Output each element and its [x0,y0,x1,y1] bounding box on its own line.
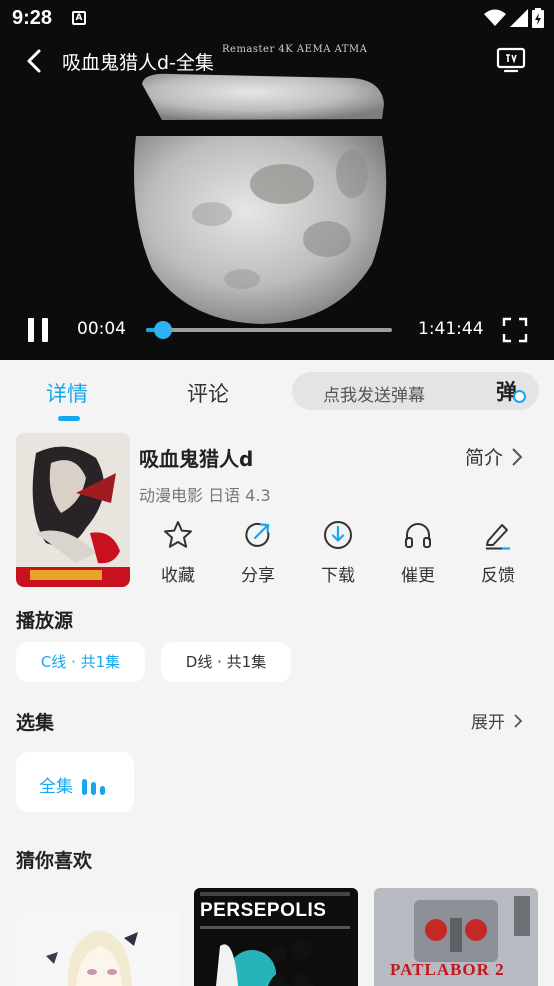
episode-item-all[interactable]: 全集 [16,752,134,812]
recommend-poster-2-title: PERSEPOLIS [200,900,327,921]
danmaku-toggle-icon[interactable]: 弹 [496,376,526,406]
star-icon [164,521,192,548]
chevron-right-icon [514,713,523,728]
favorite-label: 收藏 [161,566,195,586]
intro-button[interactable]: 简介 [465,443,523,470]
status-bar: 9:28 A [0,0,554,38]
recommend-poster-1 [16,912,180,986]
total-time: 1:41:44 [418,319,484,339]
show-meta: 动漫电影 日语 4.3 [139,486,271,505]
check-badge-icon [513,390,526,403]
pause-button[interactable] [26,318,50,342]
tab-comments[interactable]: 评论 [187,378,229,408]
video-player[interactable]: 9:28 A 吸血鬼猎人d-全集 Remaster 4K AEMA ATMA 0… [0,0,554,360]
recommend-title: 猜你喜欢 [16,850,93,872]
expand-label: 展开 [471,713,505,733]
pause-icon [28,318,34,342]
battery-icon [532,8,544,28]
show-title: 吸血鬼猎人d [139,447,254,471]
poster-art [16,433,130,587]
urge-update-label: 催更 [401,566,435,586]
source-chip-d[interactable]: D线 · 共1集 [161,642,291,682]
sources-title: 播放源 [16,610,74,632]
pause-icon-bar [42,318,48,342]
tab-bar: 详情 评论 点我发送弹幕 [0,360,554,424]
recommend-poster-3-title: PATLABOR 2 [390,960,505,979]
tab-indicator [58,416,80,421]
source-chip-c[interactable]: C线 · 共1集 [16,642,145,682]
download-button[interactable]: 下载 [308,519,368,589]
notification-icon: A [72,11,86,25]
edit-icon [486,524,510,550]
progress-bar[interactable] [146,321,392,339]
recommend-item-3[interactable]: PATLABOR 2 [374,888,538,986]
feedback-button[interactable]: 反馈 [468,519,528,589]
back-icon[interactable] [20,46,50,76]
playing-equalizer-icon [82,777,110,795]
video-frame-moon [134,73,387,324]
share-icon [245,522,270,547]
progress-knob[interactable] [154,321,173,339]
player-controls: 00:04 1:41:44 [0,312,554,348]
episodes-title: 选集 [16,712,55,734]
chevron-right-icon [512,447,523,466]
current-time: 00:04 [77,319,126,339]
video-watermark: Remaster 4K AEMA ATMA [222,44,368,55]
episode-label: 全集 [39,777,73,797]
urge-update-button[interactable]: 催更 [388,519,448,589]
expand-button[interactable]: 展开 [471,708,523,733]
poster-image[interactable] [16,433,130,587]
headphones-icon [405,523,431,548]
status-icons [484,8,544,28]
favorite-button[interactable]: 收藏 [148,519,208,589]
fullscreen-icon[interactable] [502,317,528,343]
recommend-item-1[interactable] [16,912,180,986]
status-time: 9:28 [12,7,53,29]
tab-details[interactable]: 详情 [46,378,88,408]
wifi-icon [484,9,506,26]
signal-icon [510,9,528,27]
danmaku-placeholder: 点我发送弹幕 [323,386,425,406]
recommend-item-2[interactable]: PERSEPOLIS [194,888,358,986]
player-top-bar: 吸血鬼猎人d-全集 Remaster 4K AEMA ATMA [0,42,554,78]
feedback-label: 反馈 [481,566,515,586]
share-label: 分享 [241,566,275,586]
intro-label: 简介 [465,447,504,469]
share-button[interactable]: 分享 [228,519,288,589]
video-title: 吸血鬼猎人d-全集 [62,52,214,74]
download-icon [324,521,352,549]
tv-cast-icon[interactable] [496,46,526,74]
download-label: 下载 [321,566,355,586]
